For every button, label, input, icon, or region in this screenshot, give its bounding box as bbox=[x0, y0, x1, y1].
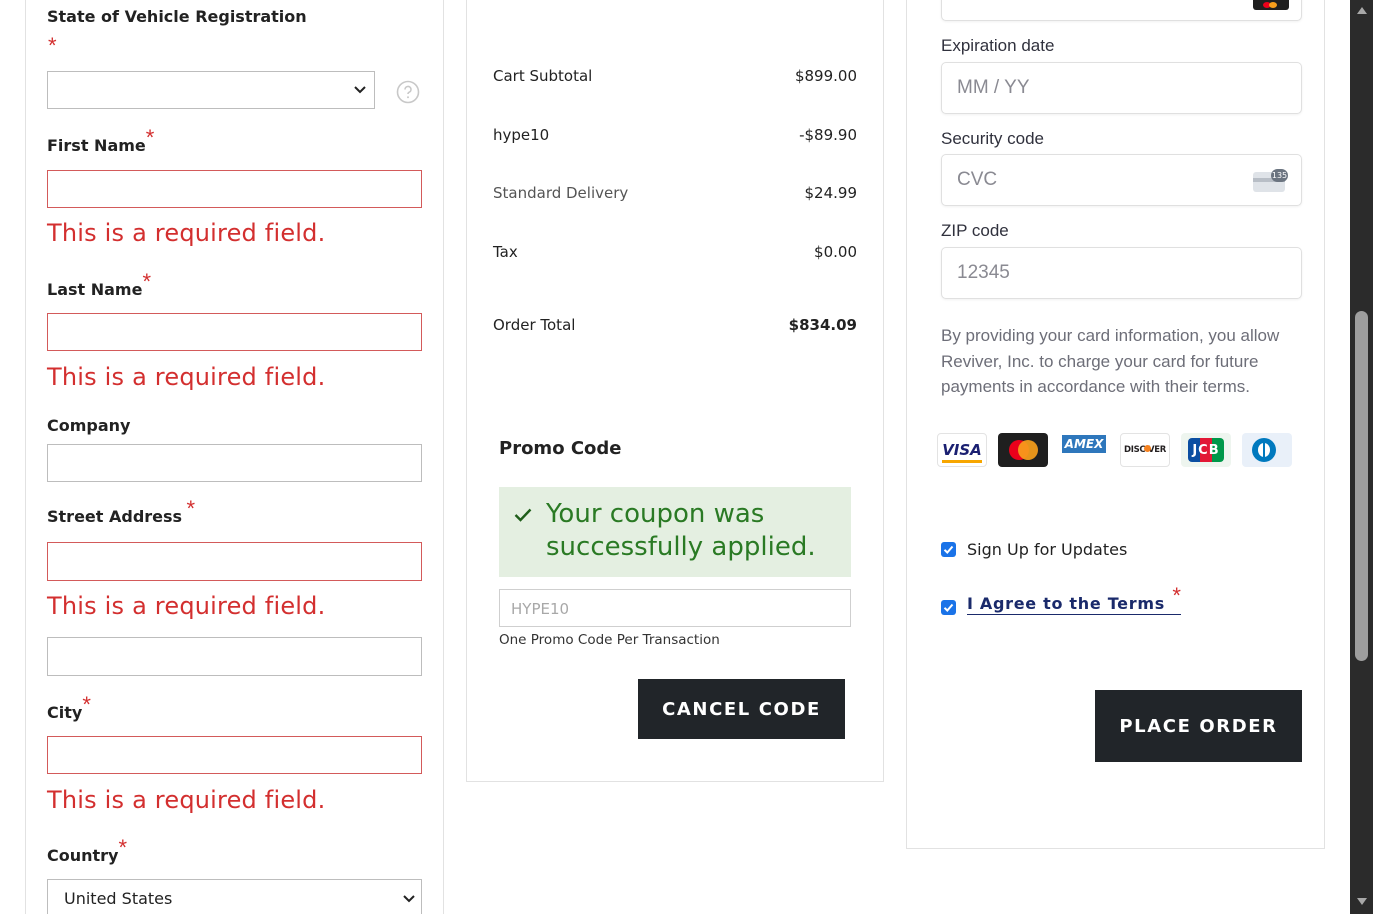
state-select[interactable] bbox=[47, 71, 375, 109]
street-address-error: This is a required field. bbox=[47, 592, 326, 620]
required-mark: * bbox=[1172, 583, 1181, 608]
required-mark: * bbox=[82, 692, 91, 717]
required-mark: * bbox=[145, 125, 155, 150]
summary-row-value: $0.00 bbox=[814, 243, 857, 261]
street-address-input[interactable] bbox=[47, 542, 422, 581]
summary-row: Tax $0.00 bbox=[493, 243, 857, 261]
cvc-badge: 135 bbox=[1271, 169, 1288, 182]
summary-row-value: -$89.90 bbox=[799, 126, 857, 144]
mastercard-icon bbox=[998, 433, 1048, 467]
mastercard-icon bbox=[1253, 0, 1289, 10]
street-address-line2-input[interactable] bbox=[47, 637, 422, 676]
promo-code-input[interactable]: HYPE10 bbox=[499, 589, 851, 627]
promo-code-value: HYPE10 bbox=[511, 600, 570, 618]
first-name-label: First Name bbox=[47, 136, 146, 155]
street-address-label: Street Address bbox=[47, 507, 183, 526]
required-mark: * bbox=[186, 496, 196, 521]
city-label: City bbox=[47, 703, 83, 722]
required-mark: * bbox=[118, 835, 128, 860]
order-total-label: Order Total bbox=[493, 316, 576, 334]
state-required-mark: * bbox=[48, 33, 57, 58]
city-label-group: City* bbox=[47, 694, 91, 723]
order-total-row: Order Total $834.09 bbox=[493, 316, 857, 334]
company-input[interactable] bbox=[47, 444, 422, 482]
last-name-label: Last Name bbox=[47, 280, 143, 299]
place-order-button[interactable]: PLACE ORDER bbox=[1095, 690, 1302, 762]
summary-row-value: $24.99 bbox=[804, 184, 858, 202]
expiration-placeholder: MM / YY bbox=[957, 77, 1030, 98]
summary-row-label: Tax bbox=[493, 243, 518, 261]
payment-panel: Expiration date MM / YY Security code CV… bbox=[906, 0, 1325, 849]
summary-row-label: Cart Subtotal bbox=[493, 67, 593, 85]
checkmark-icon bbox=[943, 603, 954, 612]
summary-row-value: $899.00 bbox=[794, 67, 857, 85]
summary-row: hype10 -$89.90 bbox=[493, 126, 857, 144]
signup-label[interactable]: Sign Up for Updates bbox=[967, 540, 1127, 559]
zip-code-value: 12345 bbox=[957, 262, 1010, 283]
chevron-down-icon bbox=[403, 895, 415, 903]
summary-row-label: Standard Delivery bbox=[493, 184, 629, 202]
agree-terms-label: I Agree to the Terms bbox=[967, 594, 1165, 613]
security-code-label: Security code bbox=[941, 129, 1044, 148]
first-name-label-group: First Name* bbox=[47, 127, 154, 156]
agree-terms-link[interactable]: I Agree to the Terms * bbox=[967, 585, 1181, 615]
last-name-input[interactable] bbox=[47, 313, 422, 351]
state-label: State of Vehicle Registration bbox=[47, 7, 307, 26]
order-summary-panel: Cart Subtotal $899.00 hype10 -$89.90 Sta… bbox=[466, 0, 884, 782]
visa-text: VISA bbox=[942, 441, 982, 459]
company-label: Company bbox=[47, 416, 131, 435]
promo-note: One Promo Code Per Transaction bbox=[499, 632, 720, 648]
checkmark-icon bbox=[943, 545, 954, 554]
scrollbar-thumb[interactable] bbox=[1355, 311, 1368, 661]
amex-text: AMEX bbox=[1061, 435, 1107, 453]
summary-row-label: hype10 bbox=[493, 126, 550, 144]
agree-terms-checkbox[interactable] bbox=[941, 600, 956, 615]
street-label-group: Street Address * bbox=[47, 498, 195, 527]
coupon-success-alert: Your coupon was successfully applied. bbox=[499, 487, 851, 577]
jcb-icon: JCB bbox=[1181, 433, 1231, 467]
country-label: Country bbox=[47, 846, 119, 865]
visa-icon: VISA bbox=[937, 433, 987, 467]
first-name-input[interactable] bbox=[47, 170, 422, 208]
jcb-text: JCB bbox=[1192, 442, 1220, 458]
last-name-label-group: Last Name* bbox=[47, 271, 151, 300]
required-mark: * bbox=[142, 269, 152, 294]
help-icon[interactable] bbox=[396, 80, 420, 104]
page-scrollbar[interactable] bbox=[1350, 0, 1373, 914]
order-total-value: $834.09 bbox=[788, 316, 857, 334]
city-input[interactable] bbox=[47, 736, 422, 774]
chevron-down-icon bbox=[354, 86, 366, 94]
zip-code-input[interactable]: 12345 bbox=[941, 247, 1302, 299]
diners-club-icon bbox=[1242, 433, 1292, 467]
country-select[interactable]: United States bbox=[47, 879, 422, 914]
scroll-up-arrow-icon[interactable] bbox=[1357, 7, 1367, 14]
amex-icon: AMEX bbox=[1059, 433, 1109, 467]
country-select-value: United States bbox=[64, 889, 173, 908]
payment-disclaimer: By providing your card information, you … bbox=[941, 326, 1280, 396]
signup-checkbox[interactable] bbox=[941, 542, 956, 557]
shipping-form-panel: State of Vehicle Registration * First Na… bbox=[25, 0, 444, 914]
expiration-input[interactable]: MM / YY bbox=[941, 62, 1302, 114]
last-name-error: This is a required field. bbox=[47, 363, 326, 391]
card-number-input[interactable] bbox=[941, 0, 1302, 21]
country-label-group: Country* bbox=[47, 837, 127, 866]
first-name-error: This is a required field. bbox=[47, 219, 326, 247]
cancel-code-button[interactable]: CANCEL CODE bbox=[638, 679, 845, 739]
scroll-down-arrow-icon[interactable] bbox=[1357, 898, 1367, 905]
city-error: This is a required field. bbox=[47, 786, 326, 814]
cvc-card-icon: 135 bbox=[1253, 169, 1288, 192]
summary-row: Standard Delivery $24.99 bbox=[493, 184, 857, 202]
discover-icon: DISC VER bbox=[1120, 433, 1170, 467]
check-icon bbox=[514, 508, 532, 522]
zip-code-label: ZIP code bbox=[941, 221, 1009, 240]
summary-row: Cart Subtotal $899.00 bbox=[493, 67, 857, 85]
expiration-label: Expiration date bbox=[941, 36, 1055, 55]
security-code-input[interactable]: CVC 135 bbox=[941, 154, 1302, 206]
coupon-success-message: Your coupon was successfully applied. bbox=[546, 499, 816, 562]
promo-title: Promo Code bbox=[499, 438, 622, 459]
security-code-placeholder: CVC bbox=[957, 169, 998, 190]
